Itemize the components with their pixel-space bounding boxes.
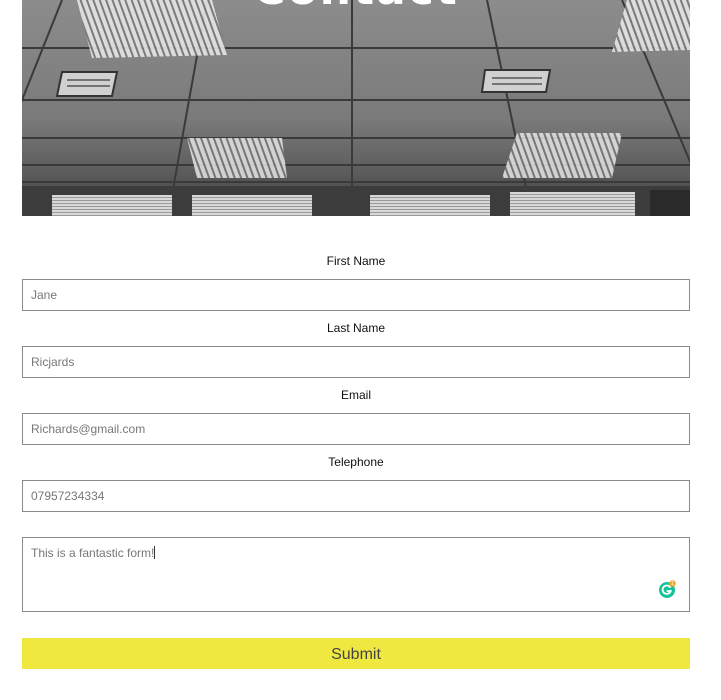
message-textarea[interactable]: This is a fantastic form! 1: [22, 537, 690, 612]
page-title: Contact: [22, 0, 690, 14]
last-name-input[interactable]: Ricjards: [22, 346, 690, 378]
email-label: Email: [340, 388, 371, 402]
grammarly-icon[interactable]: 1: [658, 580, 676, 598]
first-name-input[interactable]: Jane: [22, 279, 690, 311]
grammarly-badge-count: 1: [671, 581, 674, 587]
last-name-label: Last Name: [326, 321, 386, 335]
telephone-label: Telephone: [328, 455, 384, 469]
text-caret: [154, 546, 156, 559]
message-text: This is a fantastic form!: [31, 546, 155, 560]
submit-button[interactable]: Submit: [22, 638, 690, 669]
contact-page: Contact First Name Jane Last Name Ricjar…: [0, 0, 721, 700]
hero-banner: Contact: [22, 0, 690, 216]
first-name-label: First Name: [326, 254, 386, 268]
office-ceiling-image: [22, 0, 690, 216]
email-input[interactable]: Richards@gmail.com: [22, 413, 690, 445]
telephone-input[interactable]: 07957234334: [22, 480, 690, 512]
